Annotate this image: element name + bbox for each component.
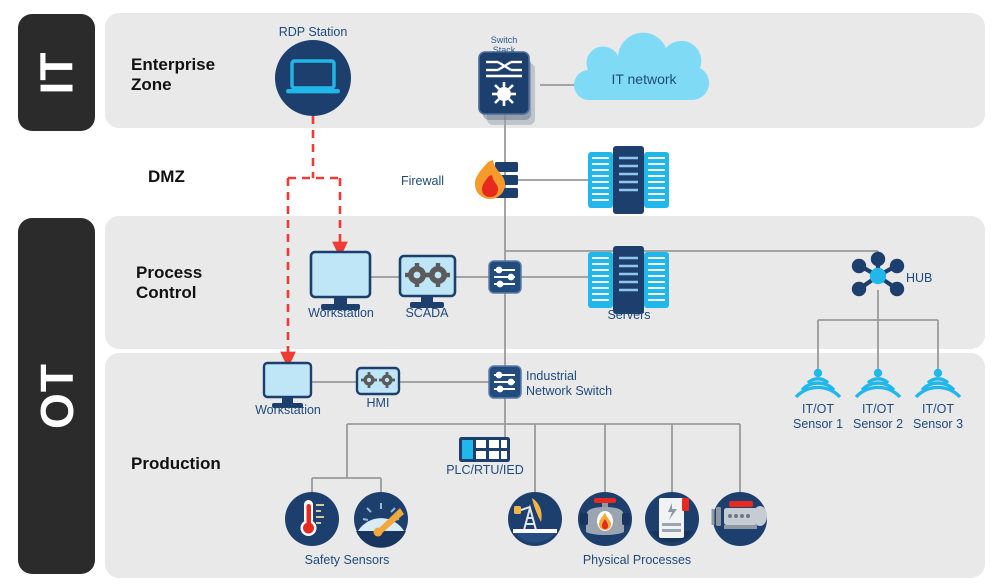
label-rdp-station-text: RDP Station [278, 25, 348, 39]
zone-label-dmz-line1: DMZ [148, 167, 185, 186]
node-safety-thermometer[interactable] [285, 492, 339, 546]
label-plc: PLC/RTU/IED [425, 463, 545, 478]
label-sensor-3-line1: IT/OT [922, 402, 954, 416]
label-switch-stack-line2: Stack [492, 44, 516, 55]
zone-label-enterprise: Enterprise Zone [131, 55, 251, 95]
zone-label-enterprise-line2: Zone [131, 75, 172, 95]
zone-label-enterprise-line1: Enterprise [131, 55, 216, 74]
label-safety-sensors: Safety Sensors [287, 553, 407, 568]
switch-stack-star-glyph [492, 82, 516, 106]
node-industrial-switch[interactable] [488, 365, 522, 399]
label-pc-workstation: Workstation [291, 306, 391, 321]
label-physical-processes-text: Physical Processes [582, 553, 692, 567]
node-safety-gauge[interactable] [354, 492, 408, 548]
side-badge-it-label: IT [30, 51, 83, 94]
node-hmi[interactable] [355, 366, 401, 396]
node-dmz-servers[interactable] [588, 146, 669, 214]
hub-label: HUB [906, 271, 932, 285]
motor-top-bar [729, 501, 753, 507]
label-servers: Servers [588, 308, 670, 323]
side-badge-it: IT [18, 14, 95, 131]
node-process-pumpjack[interactable] [508, 492, 562, 546]
label-industrial-switch-line1: Industrial [526, 369, 577, 383]
node-pc-switch[interactable] [488, 260, 522, 294]
node-servers[interactable] [588, 246, 669, 314]
label-sensor-3-line2: Sensor 3 [912, 416, 964, 431]
zone-label-process-line2: Control [136, 283, 197, 303]
label-it-network: IT network [594, 71, 694, 88]
label-scada-text: SCADA [405, 306, 449, 320]
diagram-canvas: Enterprise Zone DMZ Process Control Prod… [0, 0, 999, 584]
side-badge-ot: OT [18, 218, 95, 574]
label-prod-workstation-text: Workstation [255, 403, 321, 417]
label-hmi-text: HMI [366, 396, 390, 410]
label-physical-processes: Physical Processes [557, 553, 717, 568]
node-rdp-station[interactable] [275, 40, 351, 116]
zone-label-production-line1: Production [131, 454, 221, 473]
label-hmi: HMI [348, 396, 408, 411]
label-scada: SCADA [387, 306, 467, 321]
zone-label-process-control: Process Control [136, 263, 256, 303]
label-rdp-station: RDP Station [253, 25, 373, 40]
prod-monitor-icon[interactable] [262, 361, 313, 399]
label-pc-workstation-text: Workstation [308, 306, 374, 320]
zone-label-process-line1: Process [136, 263, 203, 282]
label-safety-sensors-text: Safety Sensors [304, 553, 390, 567]
side-badge-ot-label: OT [30, 363, 83, 429]
firewall-label: Firewall [401, 174, 444, 188]
zone-label-production: Production [131, 454, 281, 474]
node-plc[interactable] [459, 437, 510, 462]
label-it-network-text: IT network [611, 71, 677, 87]
label-industrial-switch: Industrial Network Switch [526, 369, 666, 399]
zone-label-dmz: DMZ [148, 167, 268, 187]
node-firewall[interactable]: Firewall [401, 160, 518, 199]
node-switch-stack[interactable] [478, 51, 535, 125]
node-process-meter[interactable] [645, 492, 699, 546]
label-switch-stack: Switch Stack [474, 35, 534, 56]
label-sensor-3: IT/OT Sensor 3 [898, 402, 978, 432]
label-servers-text: Servers [607, 308, 651, 322]
label-prod-workstation: Workstation [238, 403, 338, 418]
rdp-station-circle[interactable] [275, 40, 351, 116]
monitor-icon[interactable] [309, 250, 372, 299]
label-plc-text: PLC/RTU/IED [446, 463, 524, 477]
hub-center-node[interactable] [869, 267, 887, 285]
label-industrial-switch-line2: Network Switch [526, 383, 613, 398]
boiler-top-bar [594, 498, 616, 503]
node-process-boiler[interactable] [578, 492, 632, 546]
node-process-motor[interactable] [711, 492, 767, 546]
